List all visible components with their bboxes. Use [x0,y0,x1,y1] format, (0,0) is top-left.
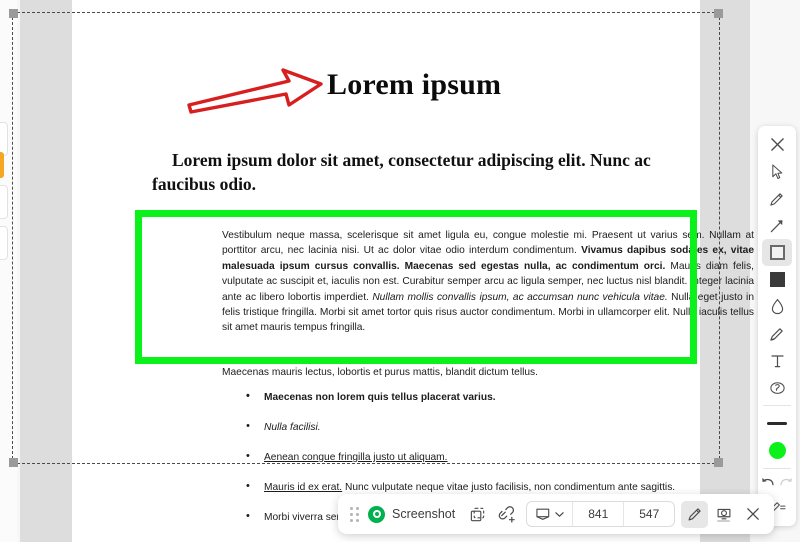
mode-label: Screenshot [392,507,456,521]
toolbar-divider-2 [763,468,791,469]
camera-icon[interactable] [710,501,737,528]
undo-icon[interactable] [760,473,776,493]
width-field[interactable]: 841 [573,502,625,526]
recorder-toolbar: Screenshot 841 547 [338,494,775,534]
highlighter-icon[interactable] [762,320,792,347]
document-secondary-paragraph: Maecenas mauris lectus, lobortis et puru… [222,367,538,378]
rectangle-tool-icon[interactable] [762,239,792,266]
green-highlight-rectangle[interactable] [135,210,697,364]
rectangle-glyph [769,245,785,260]
stamp-number-icon[interactable] [762,374,792,401]
drag-handle[interactable] [346,503,362,525]
sidebar-chip-1[interactable] [0,122,8,156]
stroke-line-glyph [767,422,787,425]
list-item: Maecenas non lorem quis tellus placerat … [222,389,762,405]
list-item: Aenean congue fringilla justo ut aliquam… [222,449,762,465]
capture-area-select[interactable] [527,502,574,526]
page-title: Lorem ipsum [327,68,502,101]
close-icon[interactable] [739,501,766,528]
record-dot-icon [368,505,385,523]
annotate-pencil-icon[interactable] [681,500,709,528]
blur-drop-icon[interactable] [762,293,792,320]
list-item: Mauris id ex erat. Nunc vulputate neque … [222,479,762,495]
fill-square-glyph [769,272,785,287]
get-link-icon[interactable] [493,501,520,528]
annotation-toolbar [758,126,796,526]
text-tool-icon[interactable] [762,347,792,374]
capture-size-group: 841 547 [526,501,676,527]
red-arrow-icon[interactable] [185,64,325,114]
height-value: 547 [639,507,660,521]
page-gutter-left [20,0,72,542]
undo-redo-group [760,473,794,493]
color-dot-glyph [768,442,786,459]
arrow-tool-icon[interactable] [762,212,792,239]
color-swatch[interactable] [762,437,792,464]
mode-selector[interactable]: Screenshot [366,505,462,523]
list-item-text: Maecenas non lorem quis tellus placerat … [264,392,496,403]
cursor-select-icon[interactable] [762,158,792,185]
fill-color-icon[interactable] [762,266,792,293]
screen-capture-app: Lorem ipsum Lorem ipsum dolor sit amet, … [0,0,800,542]
height-field[interactable]: 547 [624,502,674,526]
app-left-sidebar [0,0,17,542]
toolbar-divider-1 [763,405,791,406]
sidebar-active-accent [0,152,4,178]
sidebar-chip-2[interactable] [0,185,8,219]
list-item-text: Nunc vulputate neque vitae justo facilis… [342,482,676,493]
list-item-lead: Mauris id ex erat. [264,482,343,493]
close-icon[interactable] [762,131,792,158]
redo-icon[interactable] [778,473,794,493]
list-item-text: Aenean congue fringilla justo ut aliquam… [264,452,448,463]
list-item-text: Nulla facilisi. [264,422,321,433]
sidebar-chip-3[interactable] [0,226,8,260]
copy-icon[interactable] [464,501,491,528]
stroke-width-swatch[interactable] [762,410,792,437]
pencil-draw-icon[interactable] [762,185,792,212]
list-item: Nulla facilisi. [222,419,762,435]
document-subtitle: Lorem ipsum dolor sit amet, consectetur … [152,150,651,194]
camera-active-underline [717,519,731,522]
width-value: 841 [588,507,609,521]
